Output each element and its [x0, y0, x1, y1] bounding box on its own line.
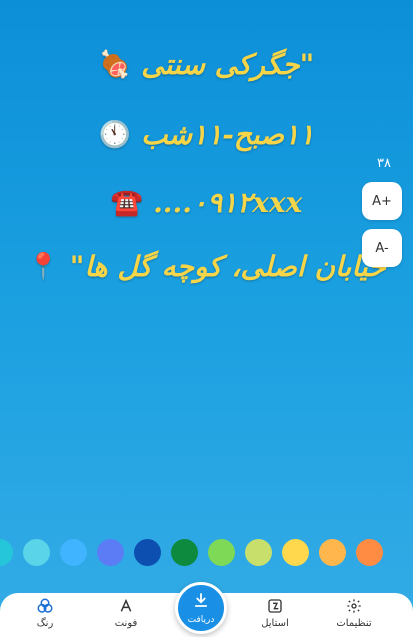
- nav-font[interactable]: فونت: [96, 597, 156, 629]
- clock-icon: 🕚: [98, 119, 132, 150]
- color-swatch[interactable]: [171, 539, 198, 566]
- poster-line-title-text: "جگرکی سنتی: [141, 48, 315, 81]
- poster-canvas[interactable]: "جگرکی سنتی 🍖 ۱۱صبح-۱۱شب 🕚 ۰۹۱۲xxx.... ☎…: [0, 0, 413, 590]
- font-icon: [117, 597, 135, 615]
- poster-line-address-text: خیابان اصلی، کوچه گل ها": [69, 250, 386, 283]
- gear-icon: [345, 597, 363, 615]
- color-swatch[interactable]: [282, 539, 309, 566]
- pushpin-icon: 📍: [27, 251, 60, 282]
- color-swatch[interactable]: [319, 539, 346, 566]
- color-swatch[interactable]: [356, 539, 383, 566]
- color-swatch[interactable]: [245, 539, 272, 566]
- download-button[interactable]: دریافت: [175, 582, 227, 634]
- increase-font-button[interactable]: A+: [362, 182, 402, 220]
- nav-style[interactable]: استایل: [245, 597, 305, 629]
- poster-line-hours[interactable]: ۱۱صبح-۱۱شب 🕚: [0, 118, 413, 151]
- nav-color-label: رنگ: [36, 618, 54, 629]
- color-swatch[interactable]: [97, 539, 124, 566]
- poster-line-hours-text: ۱۱صبح-۱۱شب: [141, 118, 315, 151]
- nav-style-label: استایل: [261, 618, 289, 629]
- color-swatch[interactable]: [60, 539, 87, 566]
- nav-font-label: فونت: [114, 618, 138, 629]
- color-circles-icon: [36, 597, 54, 615]
- poster-line-address[interactable]: خیابان اصلی، کوچه گل ها" 📍: [0, 250, 413, 283]
- font-size-value: ۳۸: [377, 156, 391, 171]
- decrease-font-button[interactable]: A-: [362, 229, 402, 267]
- color-swatch[interactable]: [23, 539, 50, 566]
- telephone-icon: ☎️: [110, 187, 144, 218]
- poster-line-phone[interactable]: ۰۹۱۲xxx.... ☎️: [0, 186, 413, 219]
- nav-color[interactable]: رنگ: [15, 597, 75, 629]
- download-icon: [192, 591, 210, 613]
- color-palette: [0, 539, 413, 567]
- meat-on-bone-icon: 🍖: [98, 49, 132, 80]
- nav-settings-label: تنظیمات: [336, 618, 372, 629]
- color-swatch[interactable]: [0, 539, 13, 566]
- nav-settings[interactable]: تنظیمات: [324, 597, 384, 629]
- style-icon: [266, 597, 284, 615]
- poster-line-phone-text: ۰۹۱۲xxx....: [153, 186, 303, 219]
- color-swatch[interactable]: [208, 539, 235, 566]
- poster-line-title[interactable]: "جگرکی سنتی 🍖: [0, 48, 413, 81]
- download-label: دریافت: [187, 615, 215, 625]
- color-swatch[interactable]: [134, 539, 161, 566]
